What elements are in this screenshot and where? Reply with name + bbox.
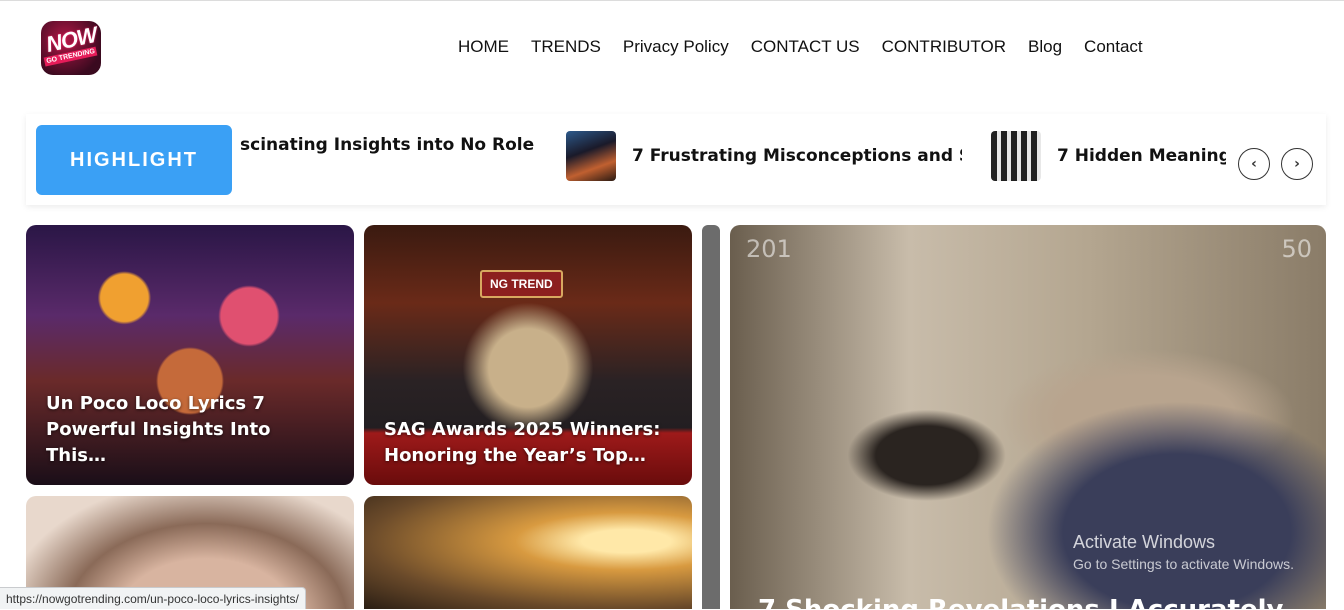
- highlight-button[interactable]: HIGHLIGHT: [36, 125, 232, 195]
- highlight-ticker: scinating Insights into No Role lelz Lyr…: [236, 114, 1226, 205]
- post-card-title[interactable]: Un Poco Loco Lyrics 7 Powerful Insights …: [46, 391, 331, 469]
- next-arrow-icon[interactable]: ›: [1281, 148, 1313, 180]
- ticker-item-title[interactable]: 7 Hidden Meanings X Aquí Lyrics That W: [1057, 142, 1226, 171]
- video-title[interactable]: 7 Shocking Revelations I Accurately: [758, 595, 1283, 609]
- nav-home[interactable]: HOME: [458, 37, 509, 57]
- post-card-sag-awards[interactable]: NG TREND SAG Awards 2025 Winners: Honori…: [364, 225, 692, 485]
- lyrics-thumbnail[interactable]: [991, 131, 1041, 181]
- post-card-un-poco-loco[interactable]: Un Poco Loco Lyrics 7 Powerful Insights …: [26, 225, 354, 485]
- activate-windows-subtitle: Go to Settings to activate Windows.: [1073, 556, 1294, 572]
- top-border: [0, 0, 1344, 1]
- status-bar-url: https://nowgotrending.com/un-poco-loco-l…: [0, 587, 306, 609]
- ticker-item[interactable]: scinating Insights into No Role lelz Lyr…: [240, 131, 540, 160]
- ticker-item[interactable]: 7 Hidden Meanings X Aquí Lyrics That W: [991, 131, 1226, 181]
- nav-blog[interactable]: Blog: [1028, 37, 1062, 57]
- prev-arrow-icon[interactable]: ‹: [1238, 148, 1270, 180]
- nav-trends[interactable]: TRENDS: [531, 37, 601, 57]
- main-nav: HOME TRENDS Privacy Policy CONTACT US CO…: [458, 37, 1143, 57]
- ng-trend-sign: NG TREND: [480, 270, 563, 298]
- post-card-title[interactable]: SAG Awards 2025 Winners: Honoring the Ye…: [384, 417, 669, 469]
- activate-windows-title: Activate Windows: [1073, 532, 1216, 552]
- site-logo[interactable]: NOW GO TRENDING: [41, 21, 101, 75]
- highlight-bar: HIGHLIGHT scinating Insights into No Rol…: [26, 114, 1326, 205]
- nav-contributor[interactable]: CONTRIBUTOR: [882, 37, 1006, 57]
- nav-privacy-policy[interactable]: Privacy Policy: [623, 37, 729, 57]
- ticker-item-title[interactable]: scinating Insights into No Role lelz Lyr…: [240, 131, 540, 160]
- featured-video[interactable]: 201 50 7 Shocking Revelations I Accurate…: [730, 225, 1326, 609]
- post-card-warrior[interactable]: [364, 496, 692, 609]
- video-counter-left: 201: [746, 235, 792, 263]
- column-divider: [702, 225, 720, 609]
- nav-contact-us[interactable]: CONTACT US: [751, 37, 860, 57]
- video-counter-right: 50: [1281, 235, 1312, 263]
- ticker-item[interactable]: 7 Frustrating Misconceptions and Satisfy…: [566, 131, 962, 181]
- concert-thumbnail[interactable]: [566, 131, 616, 181]
- nav-contact[interactable]: Contact: [1084, 37, 1143, 57]
- ticker-item-title[interactable]: 7 Frustrating Misconceptions and Satisfy…: [632, 142, 962, 171]
